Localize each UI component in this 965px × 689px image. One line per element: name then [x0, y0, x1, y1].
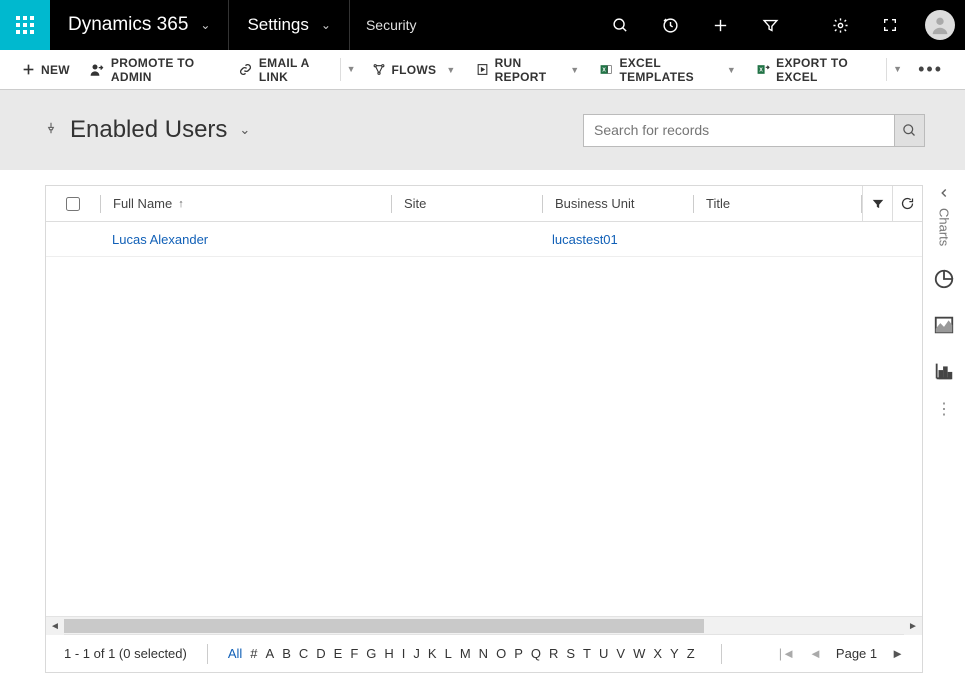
alpha-letter[interactable]: # [250, 646, 257, 661]
charts-tab[interactable]: Charts [937, 202, 952, 252]
alpha-letter[interactable]: O [496, 646, 506, 661]
email-link-button[interactable]: EMAIL A LINK [228, 50, 338, 89]
alpha-letter[interactable]: C [299, 646, 308, 661]
sort-ascending-icon: ↑ [178, 198, 184, 210]
column-label: Site [404, 196, 426, 211]
alpha-letter[interactable]: M [460, 646, 471, 661]
search-icon[interactable] [595, 0, 645, 50]
flows-label: FLOWS [392, 63, 437, 77]
alpha-letter[interactable]: Z [687, 646, 695, 661]
area-chart-icon[interactable] [923, 302, 965, 348]
alpha-letter[interactable]: N [479, 646, 488, 661]
prev-page-icon[interactable]: ◄ [809, 646, 822, 661]
add-icon[interactable] [695, 0, 745, 50]
breadcrumb-area[interactable]: Security [350, 0, 433, 50]
page-label: Page 1 [836, 646, 877, 661]
column-header-site[interactable]: Site [392, 196, 542, 211]
first-page-icon[interactable]: |◄ [779, 646, 795, 661]
cell-fullname[interactable]: Lucas Alexander [100, 232, 390, 247]
alpha-letter[interactable]: T [583, 646, 591, 661]
table-row[interactable]: Lucas Alexander lucastest01 [46, 222, 922, 257]
alpha-letter[interactable]: E [334, 646, 343, 661]
promote-label: PROMOTE TO ADMIN [111, 56, 218, 84]
refresh-icon[interactable] [892, 186, 922, 221]
column-label: Business Unit [555, 196, 634, 211]
alpha-letter[interactable]: D [316, 646, 325, 661]
select-all-checkbox[interactable] [66, 197, 80, 211]
run-report-button[interactable]: RUN REPORT ▼ [466, 50, 590, 89]
alpha-letter[interactable]: U [599, 646, 608, 661]
alpha-letter[interactable]: Y [670, 646, 679, 661]
area-label: Security [366, 17, 417, 33]
export-excel-label: EXPORT TO EXCEL [776, 56, 874, 84]
svg-text:X: X [759, 68, 763, 74]
alpha-filter: All # A B C D E F G H I J K L M N O P Q … [228, 646, 695, 661]
avatar[interactable] [915, 0, 965, 50]
settings-menu[interactable]: Settings ⌄ [229, 0, 350, 50]
alpha-all[interactable]: All [228, 646, 242, 661]
column-label: Full Name [113, 196, 172, 211]
scroll-thumb[interactable] [64, 619, 704, 633]
alpha-letter[interactable]: I [402, 646, 406, 661]
alpha-letter[interactable]: B [282, 646, 291, 661]
alpha-letter[interactable]: X [653, 646, 662, 661]
scroll-left-icon[interactable]: ◄ [46, 617, 64, 635]
flows-button[interactable]: FLOWS ▼ [362, 50, 466, 89]
email-link-label: EMAIL A LINK [259, 56, 328, 84]
run-report-label: RUN REPORT [495, 56, 561, 84]
alpha-letter[interactable]: V [616, 646, 625, 661]
collapse-charts-icon[interactable] [923, 170, 965, 198]
column-header-title[interactable]: Title [694, 196, 790, 211]
column-label: Title [706, 196, 730, 211]
app-launcher-icon[interactable] [0, 0, 50, 50]
pin-icon[interactable] [44, 121, 58, 140]
pie-chart-icon[interactable] [923, 256, 965, 302]
alpha-letter[interactable]: R [549, 646, 558, 661]
excel-templates-label: EXCEL TEMPLATES [619, 56, 716, 84]
email-link-dropdown[interactable]: ▼ [340, 58, 362, 81]
filter-icon[interactable] [745, 0, 795, 50]
more-commands-button[interactable]: ••• [908, 59, 953, 80]
gear-icon[interactable] [815, 0, 865, 50]
svg-text:X: X [603, 68, 607, 74]
settings-label: Settings [247, 15, 308, 35]
scroll-right-icon[interactable]: ► [904, 617, 922, 635]
alpha-letter[interactable]: W [633, 646, 645, 661]
bar-chart-icon[interactable] [923, 348, 965, 394]
alpha-letter[interactable]: Q [531, 646, 541, 661]
excel-templates-button[interactable]: X EXCEL TEMPLATES ▼ [589, 50, 746, 89]
new-button[interactable]: NEW [12, 50, 80, 89]
alpha-letter[interactable]: G [366, 646, 376, 661]
search-input[interactable] [583, 114, 895, 147]
alpha-letter[interactable]: S [566, 646, 575, 661]
alpha-letter[interactable]: F [350, 646, 358, 661]
alpha-letter[interactable]: P [514, 646, 523, 661]
alpha-letter[interactable]: J [413, 646, 420, 661]
chevron-down-icon: ⌄ [200, 18, 210, 32]
column-header-fullname[interactable]: Full Name ↑ [101, 196, 391, 211]
chevron-down-icon[interactable]: ⌄ [239, 122, 250, 138]
more-charts-icon[interactable]: ⋮ [923, 394, 965, 424]
alpha-letter[interactable]: A [266, 646, 275, 661]
chevron-down-icon: ⌄ [321, 18, 331, 32]
filter-column-icon[interactable] [862, 186, 892, 221]
next-page-icon[interactable]: ► [891, 646, 904, 661]
column-header-business-unit[interactable]: Business Unit [543, 196, 693, 211]
export-excel-dropdown[interactable]: ▼ [886, 58, 908, 81]
promote-to-admin-button[interactable]: PROMOTE TO ADMIN [80, 50, 228, 89]
horizontal-scrollbar[interactable]: ◄ ► [46, 616, 922, 634]
export-to-excel-button[interactable]: X EXPORT TO EXCEL [746, 50, 884, 89]
record-count-text: 1 - 1 of 1 (0 selected) [64, 646, 187, 661]
alpha-letter[interactable]: L [445, 646, 452, 661]
brand-label: Dynamics 365 [68, 14, 188, 36]
alpha-letter[interactable]: K [428, 646, 437, 661]
new-label: NEW [41, 63, 70, 77]
cell-business-unit[interactable]: lucastest01 [540, 232, 690, 247]
view-title[interactable]: Enabled Users [70, 116, 227, 144]
brand-menu[interactable]: Dynamics 365 ⌄ [50, 0, 229, 50]
alpha-letter[interactable]: H [384, 646, 393, 661]
search-button[interactable] [895, 114, 925, 147]
fullscreen-icon[interactable] [865, 0, 915, 50]
recent-icon[interactable] [645, 0, 695, 50]
